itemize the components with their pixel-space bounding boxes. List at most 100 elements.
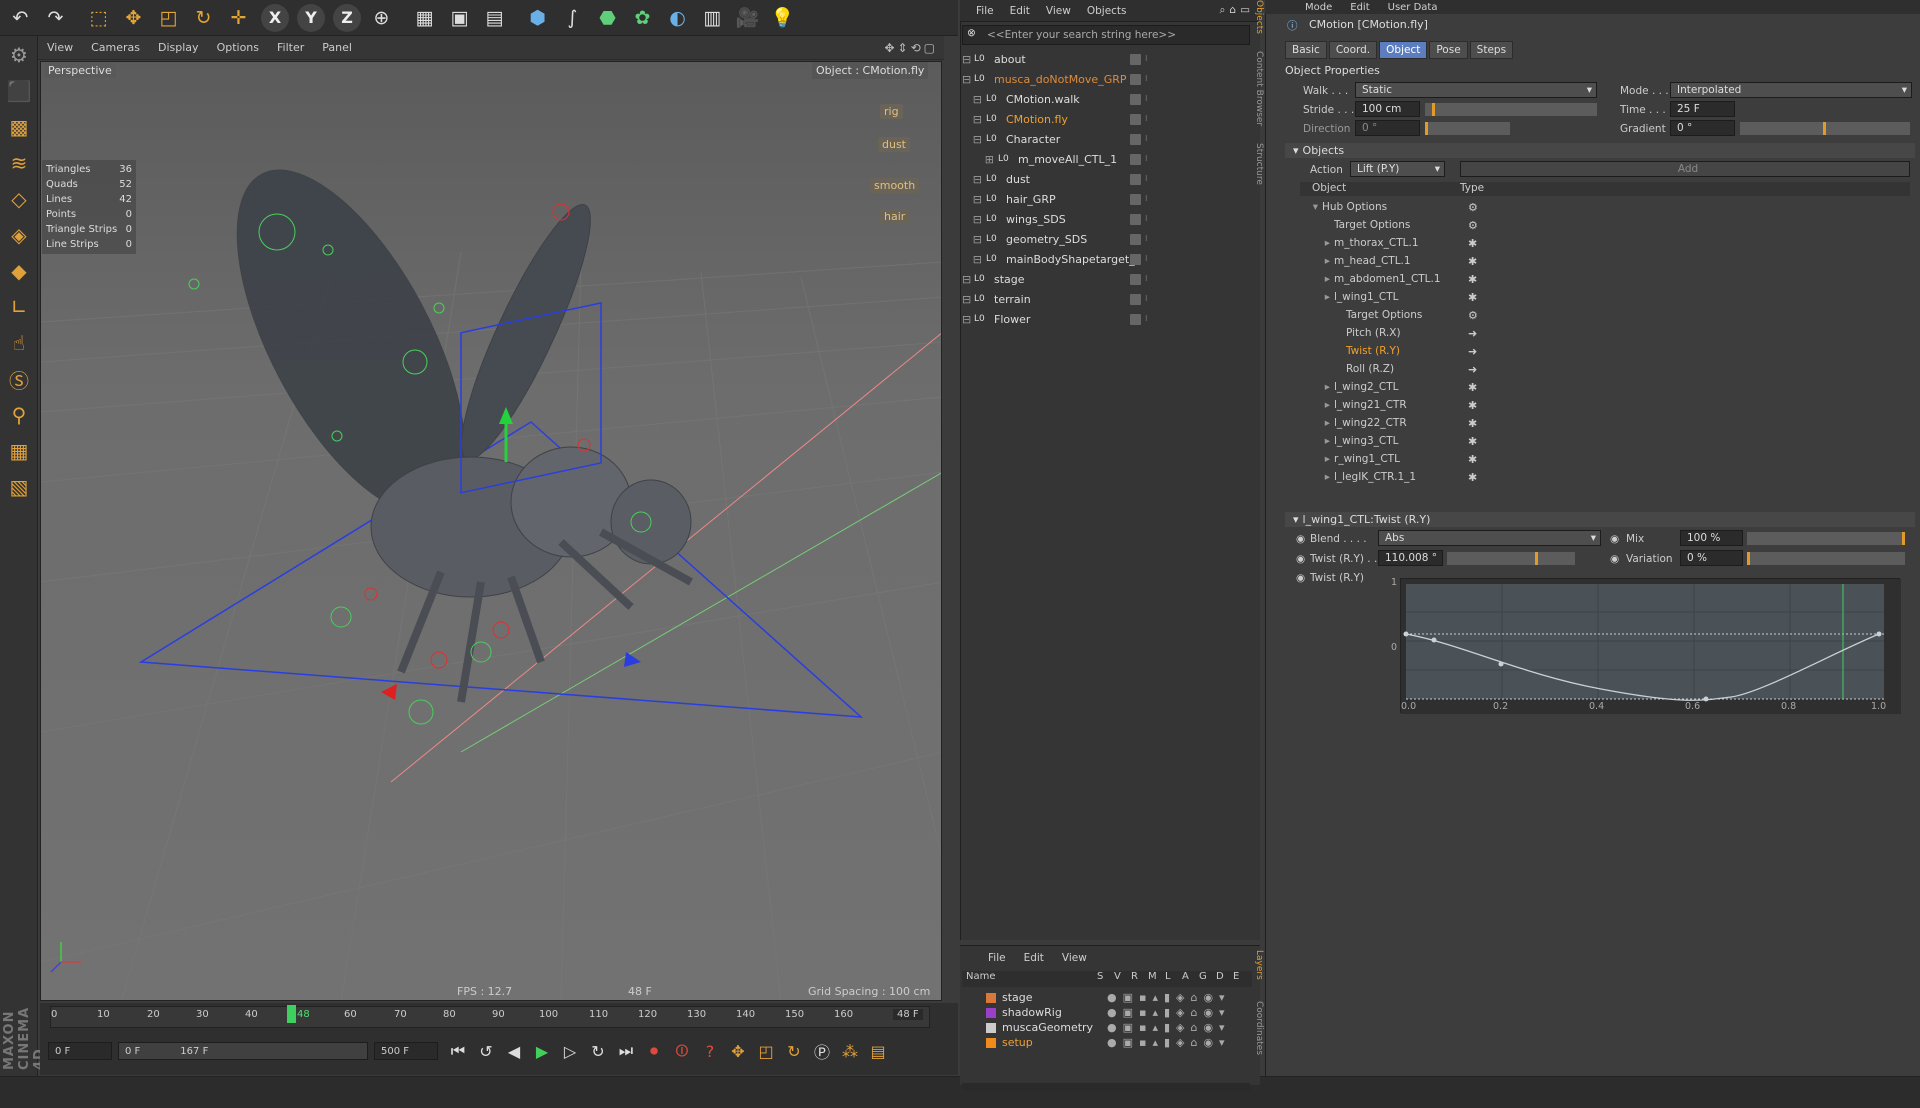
tab-pose[interactable]: Pose — [1429, 41, 1468, 59]
gradient-slider[interactable] — [1740, 122, 1910, 135]
coord-system-icon[interactable]: ⊕ — [365, 2, 398, 34]
tab-structure[interactable]: Structure — [1254, 143, 1264, 185]
rotate-icon[interactable]: ↻ — [187, 2, 220, 34]
timeline-playhead[interactable] — [287, 1005, 296, 1023]
mode-select[interactable]: Interpolated ▾ — [1670, 82, 1912, 98]
viewport-nav-icons[interactable]: ✥⇕⟲▢ — [884, 41, 938, 55]
object-row[interactable]: ⊟ L0 stage ⁝ — [962, 269, 1252, 289]
layer-row[interactable]: shadowRig ●▣▪▴▮◈⌂◉▾ — [962, 1005, 1252, 1020]
floor-icon[interactable]: ▥ — [696, 2, 729, 34]
cmotion-tree-row[interactable]: ▸ l_wing2_CTL ✱ — [1300, 378, 1680, 396]
cmotion-tree-row[interactable]: ▸ l_wing22_CTR ✱ — [1300, 414, 1680, 432]
world-move-icon[interactable]: ✛ — [222, 2, 255, 34]
cmotion-tree-row[interactable]: ▾ Hub Options ⚙ — [1300, 198, 1680, 216]
make-editable-icon[interactable]: ⚙ — [2, 38, 36, 72]
direction-slider[interactable] — [1425, 122, 1510, 135]
render-view-icon[interactable]: ▦ — [408, 2, 441, 34]
object-row[interactable]: ⊟ L0 CMotion.walk ⁝ — [962, 89, 1252, 109]
tab-basic[interactable]: Basic — [1285, 41, 1327, 59]
cmotion-tree-row[interactable]: ▸ l_wing21_CTR ✱ — [1300, 396, 1680, 414]
cmotion-tree-row[interactable]: Target Options ⚙ — [1300, 216, 1680, 234]
visibility-toggles[interactable]: ⁝ — [1130, 93, 1148, 105]
goto-end-icon[interactable]: ⏭ — [613, 1038, 639, 1064]
layer-row[interactable]: stage ●▣▪▴▮◈⌂◉▾ — [962, 990, 1252, 1005]
layer-row[interactable]: setup ●▣▪▴▮◈⌂◉▾ — [962, 1035, 1252, 1050]
walk-select[interactable]: Static ▾ — [1355, 82, 1597, 98]
array-icon[interactable]: ✿ — [626, 2, 659, 34]
layer-color-swatch[interactable] — [986, 1022, 996, 1033]
viewport-menu-filter[interactable]: Filter — [277, 41, 304, 54]
key-rotation-icon[interactable]: ↻ — [781, 1038, 807, 1064]
gradient-field[interactable]: 0 ° — [1670, 120, 1735, 136]
tweak-mode-icon[interactable]: ☝ — [2, 326, 36, 360]
object-row[interactable]: ⊟ L0 musca_doNotMove_GRP ⁝ — [962, 69, 1252, 89]
layer-color-swatch[interactable] — [986, 1037, 996, 1048]
direction-field[interactable]: 0 ° — [1355, 120, 1420, 136]
tab-objects[interactable]: Objects — [1254, 0, 1264, 34]
viewport-menu-options[interactable]: Options — [217, 41, 259, 54]
z-axis-icon[interactable]: Z — [333, 3, 361, 32]
section-objects[interactable]: ▾ Objects — [1285, 143, 1915, 158]
close-search-icon[interactable]: ⊗ — [967, 27, 976, 39]
visibility-toggles[interactable]: ⁝ — [1130, 253, 1148, 265]
axis-mode-icon[interactable]: ∟ — [2, 290, 36, 324]
render-settings-icon[interactable]: ▤ — [478, 2, 511, 34]
tab-steps[interactable]: Steps — [1469, 41, 1514, 59]
key-param-icon[interactable]: Ⓟ — [809, 1038, 835, 1064]
object-row[interactable]: ⊟ L0 wings_SDS ⁝ — [962, 209, 1252, 229]
action-select[interactable]: Lift (P.Y) ▾ — [1350, 161, 1445, 177]
visibility-toggles[interactable]: ⁝ — [1130, 133, 1148, 145]
mix-field[interactable]: 100 % — [1680, 530, 1743, 546]
object-row[interactable]: ⊟ L0 geometry_SDS ⁝ — [962, 229, 1252, 249]
render-picture-viewer-icon[interactable]: ▣ — [443, 2, 476, 34]
layer-flag-icons[interactable]: ●▣▪▴▮◈⌂◉▾ — [1107, 991, 1231, 1004]
cmotion-tree-row[interactable]: ▸ m_abdomen1_CTL.1 ✱ — [1300, 270, 1680, 288]
menu-objects[interactable]: Objects — [1087, 5, 1127, 17]
select-icon[interactable]: ⬚ — [82, 2, 115, 34]
cmotion-tree-row[interactable]: ▸ l_wing3_CTL ✱ — [1300, 432, 1680, 450]
next-key-icon[interactable]: ↻ — [585, 1038, 611, 1064]
viewport-menu-panel[interactable]: Panel — [322, 41, 352, 54]
object-row[interactable]: ⊞ L0 m_moveAll_CTL_1 ⁝ — [962, 149, 1252, 169]
object-row[interactable]: ⊟ L0 Flower ⁝ — [962, 309, 1252, 329]
twist-radio-icon[interactable]: ◉ — [1296, 553, 1305, 565]
key-scale-icon[interactable]: ◰ — [753, 1038, 779, 1064]
workplane-icon[interactable]: ≋ — [2, 146, 36, 180]
cmotion-tree-row[interactable]: ▸ r_wing1_CTL ✱ — [1300, 450, 1680, 468]
twist-slider[interactable] — [1447, 552, 1575, 565]
menu-edit[interactable]: Edit — [1010, 5, 1030, 17]
tab-content-browser[interactable]: Content Browser — [1254, 51, 1264, 126]
autokey-icon[interactable]: ⏼ — [669, 1038, 695, 1064]
model-mode-icon[interactable]: ⬛ — [2, 74, 36, 108]
edges-mode-icon[interactable]: ◈ — [2, 218, 36, 252]
redo-icon[interactable]: ↷ — [39, 2, 72, 34]
stride-field[interactable]: 100 cm — [1355, 101, 1420, 117]
3d-viewport[interactable] — [40, 61, 942, 1001]
visibility-toggles[interactable]: ⁝ — [1130, 153, 1148, 165]
workplane-lock-icon[interactable]: ▦ — [2, 434, 36, 468]
twist-field[interactable]: 110.008 ° — [1378, 550, 1443, 566]
layer-color-swatch[interactable] — [986, 1007, 996, 1018]
prev-key-icon[interactable]: ↺ — [473, 1038, 499, 1064]
end-frame-field[interactable]: 500 F — [374, 1042, 438, 1060]
variation-radio-icon[interactable]: ◉ — [1610, 553, 1619, 565]
viewport-menu-view[interactable]: View — [47, 41, 73, 54]
object-row[interactable]: ⊟ L0 terrain ⁝ — [962, 289, 1252, 309]
cmotion-tree-row[interactable]: ▸ m_thorax_CTL.1 ✱ — [1300, 234, 1680, 252]
object-row[interactable]: ⊟ L0 mainBodyShapetarget_ ⁝ — [962, 249, 1252, 269]
magnet-icon[interactable]: ⚲ — [2, 398, 36, 432]
cmotion-tree-row[interactable]: Target Options ⚙ — [1300, 306, 1680, 324]
visibility-toggles[interactable]: ⁝ — [1130, 273, 1148, 285]
keyframe-selection-icon[interactable]: ? — [697, 1038, 723, 1064]
visibility-toggles[interactable]: ⁝ — [1130, 233, 1148, 245]
visibility-toggles[interactable]: ⁝ — [1130, 313, 1148, 325]
visibility-toggles[interactable]: ⁝ — [1130, 293, 1148, 305]
tab-object[interactable]: Object — [1379, 41, 1428, 59]
cmotion-tree-row[interactable]: ▸ l_legIK_CTR.1_1 ✱ — [1300, 468, 1680, 486]
cube-icon[interactable]: ⬢ — [521, 2, 554, 34]
light-icon[interactable]: 💡 — [766, 2, 799, 34]
current-frame-field[interactable]: 48 F — [893, 1009, 923, 1020]
viewport-tag-rig[interactable]: rig — [880, 104, 903, 119]
deformer-icon[interactable]: ◐ — [661, 2, 694, 34]
tab-coordinates[interactable]: Coordinates — [1254, 1001, 1264, 1055]
